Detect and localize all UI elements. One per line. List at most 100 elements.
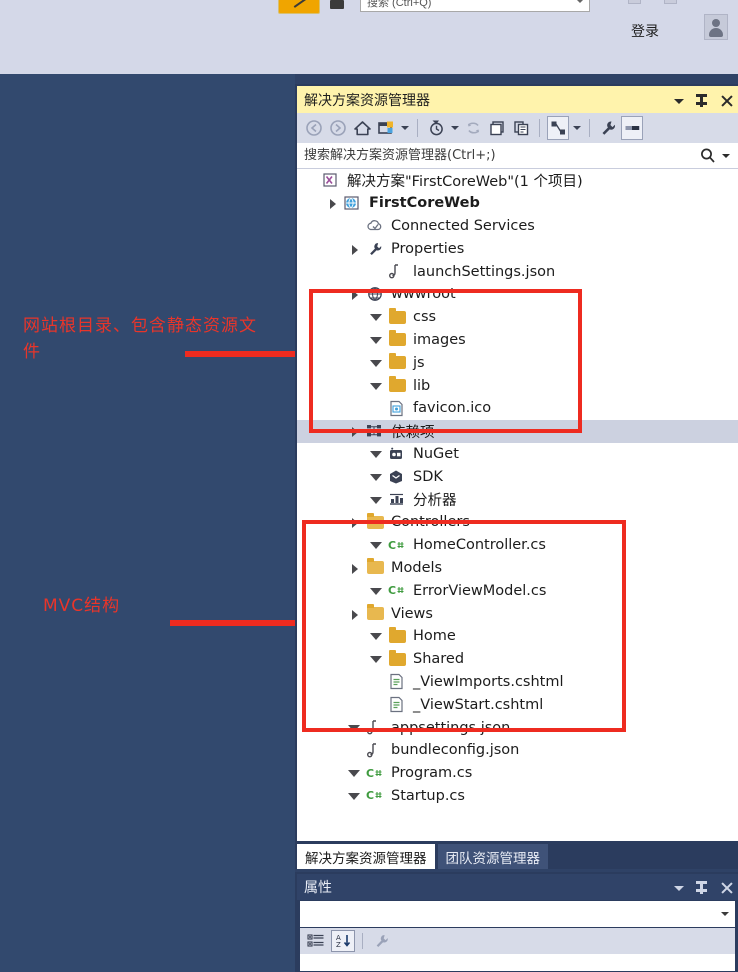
- expander-collapsed-icon[interactable]: [369, 534, 387, 556]
- tree-item[interactable]: favicon.ico: [297, 397, 738, 420]
- expander-collapsed-icon[interactable]: [369, 352, 387, 374]
- show-all-files-chevron-down-icon[interactable]: [399, 116, 410, 140]
- tree-item[interactable]: C HomeController.cs: [297, 534, 738, 557]
- stop-button[interactable]: [330, 0, 344, 9]
- tree-item[interactable]: Connected Services: [297, 215, 738, 238]
- wrench-icon[interactable]: [597, 116, 619, 140]
- collapse-all-icon[interactable]: [486, 116, 508, 140]
- tree-item[interactable]: appsettings.json: [297, 716, 738, 739]
- tree-item[interactable]: C Program.cs: [297, 762, 738, 785]
- tree-item[interactable]: 依赖项: [297, 419, 738, 443]
- tree-item[interactable]: images: [297, 329, 738, 352]
- tree-item-label: favicon.ico: [413, 400, 492, 417]
- expander-collapsed-icon[interactable]: [369, 580, 387, 602]
- view-code-icon[interactable]: [510, 116, 532, 140]
- tree-item[interactable]: bundleconfig.json: [297, 739, 738, 762]
- preview-chevron-down-icon[interactable]: [571, 116, 582, 140]
- image-file-icon: [387, 398, 408, 418]
- tree-item-label: Startup.cs: [391, 787, 465, 804]
- csharp-file-icon: C: [387, 581, 408, 601]
- close-icon[interactable]: [719, 91, 734, 109]
- expander-expanded-icon[interactable]: [347, 557, 365, 579]
- maximize-button[interactable]: [664, 0, 677, 4]
- categorized-view-icon[interactable]: [304, 930, 328, 952]
- expander-collapsed-icon[interactable]: [347, 785, 365, 807]
- annotation-backdrop: [0, 74, 295, 972]
- tree-item[interactable]: C Startup.cs: [297, 785, 738, 808]
- login-link[interactable]: 登录: [631, 21, 659, 41]
- tab-solution-explorer[interactable]: 解决方案资源管理器: [297, 844, 435, 869]
- expander-collapsed-icon[interactable]: [369, 489, 387, 511]
- expander-expanded-icon[interactable]: [325, 192, 343, 214]
- expander-expanded-icon[interactable]: [347, 420, 365, 442]
- properties-panel-icon[interactable]: [621, 116, 643, 140]
- expander-collapsed-icon[interactable]: [369, 466, 387, 488]
- solution-tree[interactable]: 解决方案"FirstCoreWeb"(1 个项目) FirstCoreWeb Con…: [297, 169, 738, 841]
- expander-collapsed-icon[interactable]: [347, 717, 365, 739]
- minimize-button[interactable]: [628, 0, 641, 4]
- tree-item[interactable]: NuGet: [297, 443, 738, 466]
- folder-open-icon: [365, 604, 386, 624]
- tree-item[interactable]: _ViewImports.cshtml: [297, 671, 738, 694]
- tree-item[interactable]: Properties: [297, 237, 738, 260]
- preview-items-icon[interactable]: [547, 116, 569, 140]
- tree-item[interactable]: js: [297, 351, 738, 374]
- run-button[interactable]: [278, 0, 320, 14]
- account-person-icon[interactable]: [704, 14, 728, 40]
- csharp-file-icon: C: [365, 763, 386, 783]
- properties-window-menu-chevron-down-icon[interactable]: [671, 878, 686, 896]
- tree-item[interactable]: FirstCoreWeb: [297, 192, 738, 215]
- expander-expanded-icon[interactable]: [347, 238, 365, 260]
- properties-close-icon[interactable]: [719, 878, 734, 896]
- tree-item-label: FirstCoreWeb: [369, 195, 480, 212]
- show-all-files-icon[interactable]: [375, 116, 397, 140]
- expander-collapsed-icon[interactable]: [369, 329, 387, 351]
- expander-collapsed-icon[interactable]: [369, 375, 387, 397]
- clock-filter-icon[interactable]: [425, 116, 447, 140]
- expander-collapsed-icon[interactable]: [369, 625, 387, 647]
- wrench-icon: [365, 239, 386, 259]
- tree-item[interactable]: 分析器: [297, 488, 738, 511]
- auto-hide-pin-icon[interactable]: [695, 91, 710, 109]
- search-input[interactable]: [297, 147, 698, 164]
- refresh-icon[interactable]: [462, 116, 484, 140]
- expander-collapsed-icon[interactable]: [347, 762, 365, 784]
- expander-expanded-icon[interactable]: [347, 283, 365, 305]
- quick-launch-search[interactable]: 搜索 (Ctrl+Q): [360, 0, 590, 12]
- window-menu-chevron-down-icon[interactable]: [671, 91, 686, 109]
- clock-filter-chevron-down-icon[interactable]: [449, 116, 460, 140]
- search-options-chevron-down-icon[interactable]: [720, 146, 732, 166]
- property-pages-wrench-icon[interactable]: [370, 930, 394, 952]
- arrow-forward-icon[interactable]: [327, 116, 349, 140]
- tree-item[interactable]: Shared: [297, 648, 738, 671]
- expander-expanded-icon[interactable]: [347, 511, 365, 533]
- tree-item[interactable]: launchSettings.json: [297, 260, 738, 283]
- properties-auto-hide-pin-icon[interactable]: [695, 878, 710, 896]
- json-file-icon: [365, 740, 386, 760]
- tree-item[interactable]: css: [297, 306, 738, 329]
- tree-item[interactable]: lib: [297, 374, 738, 397]
- tree-item[interactable]: SDK: [297, 465, 738, 488]
- tree-item[interactable]: Models: [297, 557, 738, 580]
- expander-expanded-icon[interactable]: [347, 603, 365, 625]
- tree-item[interactable]: Home: [297, 625, 738, 648]
- tree-item[interactable]: Views: [297, 602, 738, 625]
- home-icon[interactable]: [351, 116, 373, 140]
- tree-item[interactable]: _ViewStart.cshtml: [297, 693, 738, 716]
- expander-collapsed-icon[interactable]: [369, 306, 387, 328]
- expander-collapsed-icon[interactable]: [369, 648, 387, 670]
- web-project-icon: [343, 193, 364, 213]
- solution-explorer-window: 解决方案资源管理器 搜索解决方案资源管理器(Ctrl+;) 解决方案"First…: [295, 84, 738, 869]
- tree-item[interactable]: Controllers: [297, 511, 738, 534]
- tab-team-explorer[interactable]: 团队资源管理器: [437, 844, 548, 869]
- expander-collapsed-icon[interactable]: [369, 443, 387, 465]
- alphabetical-sort-icon[interactable]: A Z: [331, 930, 355, 952]
- tree-item[interactable]: C ErrorViewModel.cs: [297, 579, 738, 602]
- solution-explorer-search[interactable]: [297, 143, 738, 169]
- arrow-back-icon[interactable]: [303, 116, 325, 140]
- properties-object-selector[interactable]: [300, 901, 735, 927]
- cshtml-file-icon: [387, 695, 408, 715]
- tree-item[interactable]: 解决方案"FirstCoreWeb"(1 个项目): [297, 169, 738, 192]
- tree-item[interactable]: wwwroot: [297, 283, 738, 306]
- tree-item-label: js: [413, 354, 425, 371]
